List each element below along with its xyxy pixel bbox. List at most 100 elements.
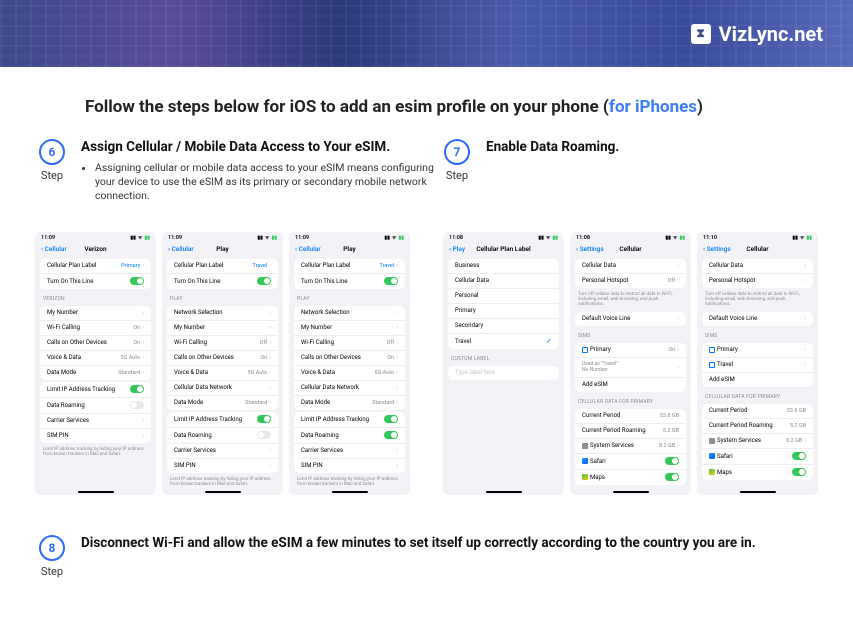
cell-safari[interactable]: Safari xyxy=(575,454,686,470)
cell-carrier-services[interactable]: Carrier Services› xyxy=(294,444,405,459)
headline-link[interactable]: for iPhones xyxy=(609,97,697,117)
cell-plan-label[interactable]: Cellular Plan LabelTravel› xyxy=(294,259,405,274)
cell-hotspot[interactable]: Personal HotspotOff› xyxy=(575,274,686,288)
maps-icon xyxy=(582,474,588,480)
custom-label-input[interactable]: Type label here xyxy=(448,366,559,380)
cell-sim-travel[interactable]: Used as "Travel"No Number› xyxy=(575,358,686,378)
cell-system-services[interactable]: System Services8.2 GB› xyxy=(702,434,813,449)
cell-carrier-services[interactable]: Carrier Services› xyxy=(167,444,278,459)
cell-sim-pin[interactable]: SIM PIN› xyxy=(294,459,405,473)
toggle-on-icon[interactable] xyxy=(130,385,144,393)
cell-my-number[interactable]: My Number› xyxy=(40,306,151,321)
step-label: Step xyxy=(446,169,468,182)
cell-hotspot[interactable]: Personal Hotspot› xyxy=(702,274,813,288)
sim-icon xyxy=(709,347,715,353)
cell-cellular-data[interactable]: Cellular Data› xyxy=(702,259,813,274)
checkmark-icon: ✓ xyxy=(546,337,552,345)
home-indicator xyxy=(613,491,649,494)
cell-sim-travel[interactable]: Travel› xyxy=(702,358,813,373)
cell-other-devices[interactable]: Calls on Other DevicesOn› xyxy=(167,351,278,366)
option-travel[interactable]: Travel✓ xyxy=(448,334,559,349)
step-badge-wrap: 6 Step xyxy=(35,139,69,204)
cell-wifi-calling[interactable]: Wi-Fi CallingOff› xyxy=(294,336,405,351)
cell-system-services[interactable]: System Services8.2 GB› xyxy=(575,439,686,454)
cell-sim-pin[interactable]: SIM PIN› xyxy=(40,429,151,443)
option-primary[interactable]: Primary xyxy=(448,304,559,319)
toggle-on-icon[interactable] xyxy=(384,277,398,285)
cell-voice-line[interactable]: Default Voice Line› xyxy=(575,312,686,326)
cell-limit-ip[interactable]: Limit IP Address Tracking xyxy=(167,412,278,428)
cell-maps[interactable]: Maps xyxy=(575,470,686,485)
cell-network-selection[interactable]: Network Selection› xyxy=(167,306,278,321)
section-header: PLAY xyxy=(162,291,283,304)
toggle-on-icon[interactable] xyxy=(665,473,679,481)
screens-right: 11:08▮▮ᯤ▮▮ ‹ PlayCellular Plan Label Bus… xyxy=(443,232,818,496)
safari-icon xyxy=(582,458,588,464)
cell-carrier-services[interactable]: Carrier Services› xyxy=(40,414,151,429)
toggle-off-icon[interactable] xyxy=(130,401,144,409)
toggle-on-icon[interactable] xyxy=(130,277,144,285)
safari-icon xyxy=(709,453,715,459)
phone-play-1: 11:09▮▮ᯤ▮▮ ‹ CellularPlay Cellular Plan … xyxy=(162,232,283,496)
sim-icon xyxy=(582,347,588,353)
cell-plan-label[interactable]: Cellular Plan LabelPrimary› xyxy=(40,259,151,274)
cell-add-esim[interactable]: Add eSIM xyxy=(575,378,686,392)
cell-data-network[interactable]: Cellular Data Network› xyxy=(167,381,278,396)
page-content: Follow the steps below for iOS to add an… xyxy=(0,67,853,608)
cell-voice-data[interactable]: Voice & Data5G Auto› xyxy=(40,351,151,366)
cell-data-roaming[interactable]: Data Roaming xyxy=(294,428,405,444)
section-header: CUSTOM LABEL xyxy=(443,351,564,364)
footer-text: Limit IP address tracking by hiding your… xyxy=(289,475,410,490)
cell-data-roaming[interactable]: Data Roaming xyxy=(40,398,151,414)
cell-other-devices[interactable]: Calls on Other DevicesOn› xyxy=(294,351,405,366)
step-6-title: Assign Cellular / Mobile Data Access to … xyxy=(81,139,440,155)
toggle-on-icon[interactable] xyxy=(792,468,806,476)
cell-turn-on[interactable]: Turn On This Line xyxy=(40,274,151,289)
cell-sim-primary[interactable]: Primary› xyxy=(702,343,813,358)
cell-wifi-calling[interactable]: Wi-Fi CallingOn› xyxy=(40,321,151,336)
toggle-off-icon[interactable] xyxy=(257,431,271,439)
cell-turn-on[interactable]: Turn On This Line xyxy=(294,274,405,289)
cell-data-mode[interactable]: Data ModeStandard› xyxy=(294,396,405,410)
cell-network-selection[interactable]: Network Selection› xyxy=(294,306,405,321)
cell-data-roaming[interactable]: Data Roaming xyxy=(167,428,278,444)
gear-icon xyxy=(582,443,588,449)
cell-current-period: Current Period53.8 GB xyxy=(702,404,813,419)
cell-wifi-calling[interactable]: Wi-Fi CallingOff› xyxy=(167,336,278,351)
cell-data-mode[interactable]: Data ModeStandard› xyxy=(40,366,151,380)
toggle-on-icon[interactable] xyxy=(384,431,398,439)
toggle-on-icon[interactable] xyxy=(257,415,271,423)
cell-other-devices[interactable]: Calls on Other DevicesOn› xyxy=(40,336,151,351)
cell-maps[interactable]: Maps xyxy=(702,465,813,480)
section-header: PLAY xyxy=(289,291,410,304)
toggle-on-icon[interactable] xyxy=(792,452,806,460)
cell-plan-label[interactable]: Cellular Plan LabelTravel› xyxy=(167,259,278,274)
screens-left: 11:09▮▮ᯤ▮▮ ‹ CellularVerizon Cellular Pl… xyxy=(35,232,410,496)
step-badge-wrap: 7 Step xyxy=(440,139,474,204)
section-header: CELLULAR DATA FOR PRIMARY xyxy=(570,394,691,407)
cell-voice-data[interactable]: Voice & Data5G Auto› xyxy=(294,366,405,381)
cell-my-number[interactable]: My Number› xyxy=(294,321,405,336)
cell-turn-on[interactable]: Turn On This Line xyxy=(167,274,278,289)
cell-my-number[interactable]: My Number› xyxy=(167,321,278,336)
cell-voice-line[interactable]: Default Voice Line› xyxy=(702,312,813,326)
cell-voice-data[interactable]: Voice & Data5G Auto› xyxy=(167,366,278,381)
option-personal[interactable]: Personal xyxy=(448,289,559,304)
option-business[interactable]: Business xyxy=(448,259,559,274)
cell-data-network[interactable]: Cellular Data Network› xyxy=(294,381,405,396)
option-secondary[interactable]: Secondary xyxy=(448,319,559,334)
cell-sim-pin[interactable]: SIM PIN› xyxy=(167,459,278,473)
option-cellular-data[interactable]: Cellular Data xyxy=(448,274,559,289)
toggle-on-icon[interactable] xyxy=(257,277,271,285)
cell-data-mode[interactable]: Data ModeStandard› xyxy=(167,396,278,410)
cell-cellular-data[interactable]: Cellular Data› xyxy=(575,259,686,274)
section-header: SIMS xyxy=(697,328,818,341)
nav-title: Cellular xyxy=(697,245,818,253)
cell-safari[interactable]: Safari xyxy=(702,449,813,465)
cell-sim-primary[interactable]: PrimaryOn› xyxy=(575,343,686,358)
cell-limit-ip[interactable]: Limit IP Address Tracking xyxy=(294,412,405,428)
cell-add-esim[interactable]: Add eSIM xyxy=(702,373,813,387)
cell-limit-ip[interactable]: Limit IP Address Tracking xyxy=(40,382,151,398)
toggle-on-icon[interactable] xyxy=(384,415,398,423)
toggle-on-icon[interactable] xyxy=(665,457,679,465)
